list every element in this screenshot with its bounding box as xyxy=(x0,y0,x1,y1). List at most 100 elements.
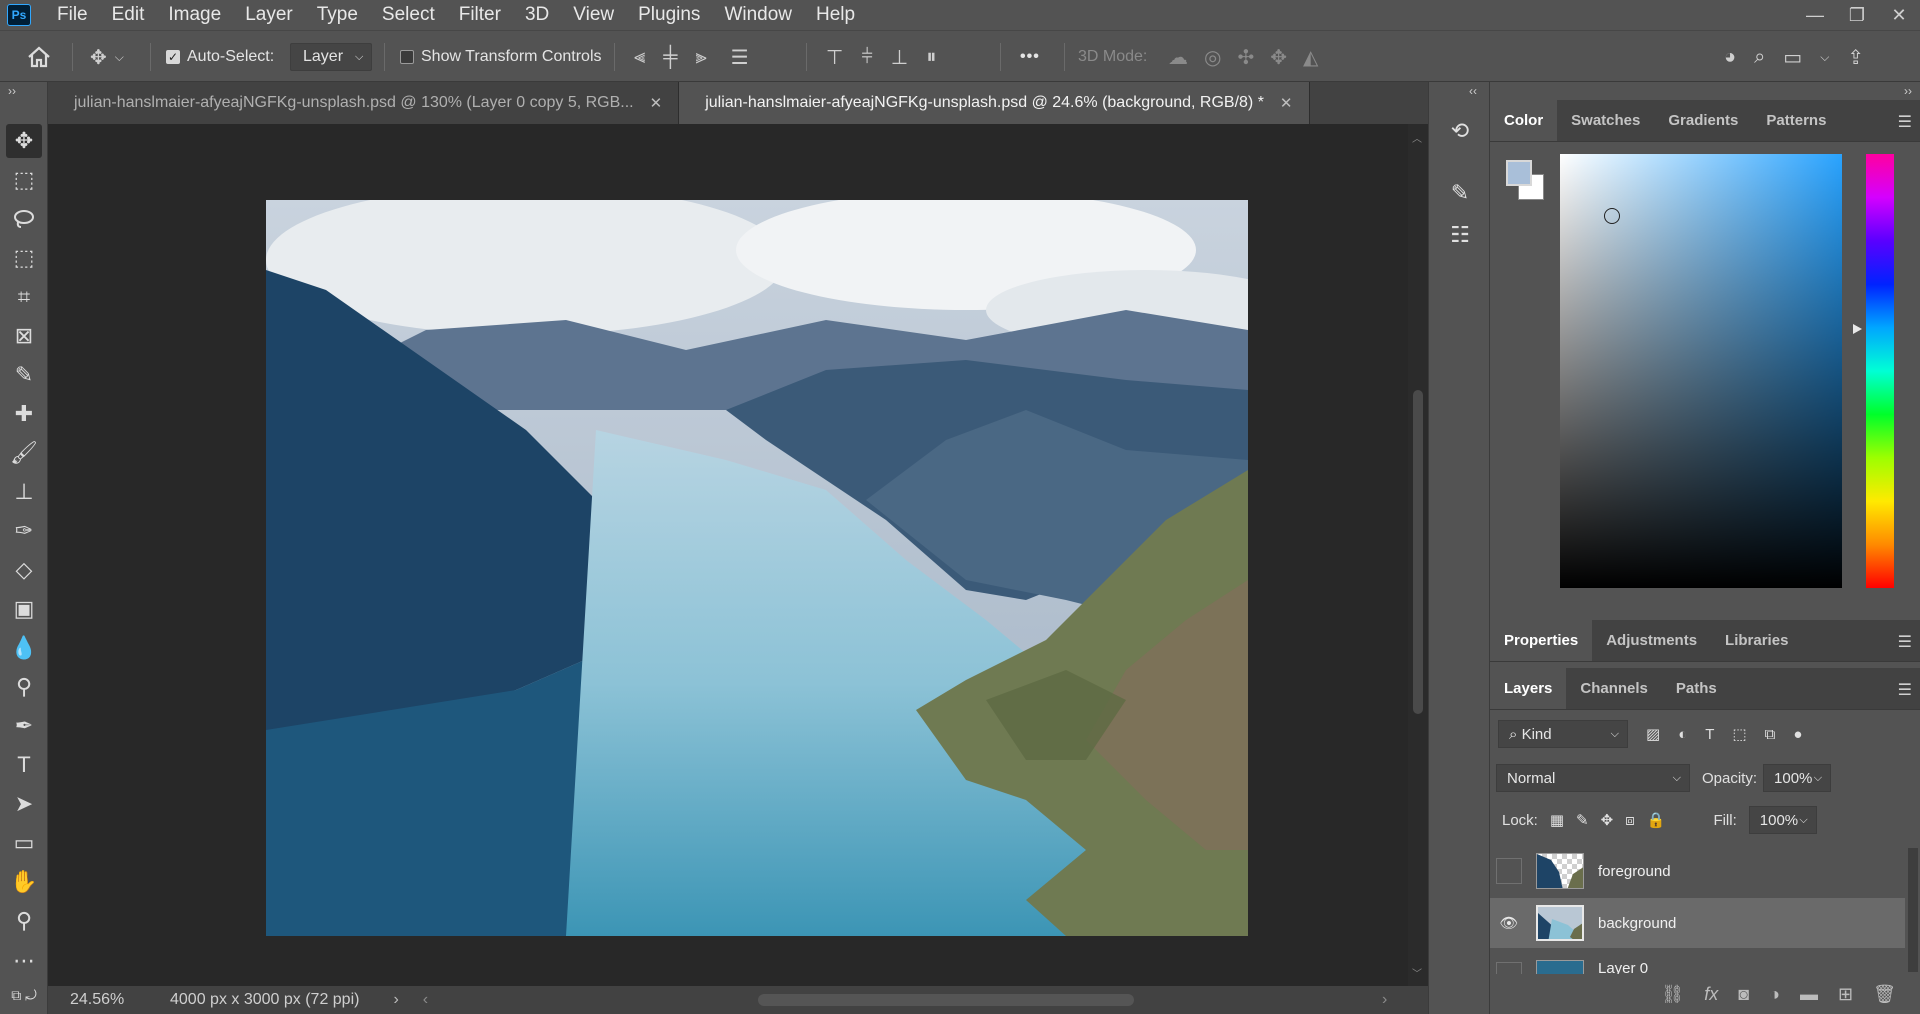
brush-settings-icon[interactable]: ✎ xyxy=(1443,176,1477,210)
menu-view[interactable]: View xyxy=(561,0,626,30)
document-image[interactable] xyxy=(266,200,1248,936)
filter-shape-icon[interactable]: ⬚ xyxy=(1732,725,1746,743)
align-right-icon[interactable]: ⫸ xyxy=(695,46,706,69)
color-field[interactable] xyxy=(1560,154,1842,588)
document-info[interactable]: 4000 px x 3000 px (72 ppi) xyxy=(170,991,359,1009)
lock-transparent-icon[interactable]: ▦ xyxy=(1550,811,1564,829)
document-tab-active[interactable]: julian-hanslmaier-afyeajNGFKg-unsplash.p… xyxy=(679,82,1310,124)
layer-row-background[interactable]: 👁 background xyxy=(1490,898,1905,948)
move-tool-preset-icon[interactable]: ✥ ⌵ xyxy=(90,31,124,83)
status-menu-arrow-icon[interactable]: › xyxy=(393,991,398,1009)
folder-icon[interactable]: ▬ xyxy=(1800,984,1818,1005)
roll-3d-icon[interactable]: ◎ xyxy=(1204,45,1221,70)
blend-mode-dropdown[interactable]: Normal ⌵ xyxy=(1496,764,1690,792)
show-transform-controls-checkbox[interactable]: Show Transform Controls xyxy=(400,31,602,83)
new-layer-icon[interactable]: ⊞ xyxy=(1838,984,1853,1005)
workspace-icon[interactable]: ▭ xyxy=(1783,45,1802,70)
menu-type[interactable]: Type xyxy=(305,0,370,30)
path-selection-tool-icon[interactable]: ➤ xyxy=(6,787,42,821)
chevron-down-icon[interactable]: ⌵ xyxy=(1820,50,1829,65)
panel-menu-icon[interactable]: ☰ xyxy=(1898,632,1912,652)
menu-layer[interactable]: Layer xyxy=(233,0,305,30)
layer-row-foreground[interactable]: foreground xyxy=(1490,846,1905,896)
eyedropper-tool-icon[interactable]: ✎ xyxy=(6,358,42,392)
history-brush-tool-icon[interactable]: ✑ xyxy=(6,514,42,548)
dodge-tool-icon[interactable]: ⚲ xyxy=(6,670,42,704)
distribute-icon[interactable]: ☰ xyxy=(731,45,749,70)
adjustment-icon[interactable]: ◑ xyxy=(1769,984,1780,1005)
filter-adjustment-icon[interactable]: ◐ xyxy=(1678,726,1687,743)
menu-filter[interactable]: Filter xyxy=(447,0,513,30)
menu-file[interactable]: File xyxy=(45,0,100,30)
scroll-right-icon[interactable]: › xyxy=(1382,991,1387,1009)
menu-3d[interactable]: 3D xyxy=(513,0,561,30)
tab-gradients[interactable]: Gradients xyxy=(1654,100,1752,141)
layer-name[interactable]: Layer 0 xyxy=(1598,960,1648,974)
tab-adjustments[interactable]: Adjustments xyxy=(1592,620,1711,661)
menu-select[interactable]: Select xyxy=(370,0,447,30)
lock-artboard-icon[interactable]: ⧈ xyxy=(1625,812,1635,829)
menu-plugins[interactable]: Plugins xyxy=(626,0,712,30)
align-left-icon[interactable]: ⫷ xyxy=(634,46,645,69)
layer-row-layer-0[interactable]: Layer 0 xyxy=(1490,950,1905,974)
menu-help[interactable]: Help xyxy=(804,0,867,30)
layer-name[interactable]: background xyxy=(1598,915,1676,932)
menu-window[interactable]: Window xyxy=(712,0,804,30)
collapse-panels-icon[interactable]: ›› xyxy=(1904,84,1912,98)
layer-thumbnail[interactable] xyxy=(1536,905,1584,941)
auto-select-checkbox[interactable]: ✓ Auto-Select: xyxy=(166,31,274,83)
tab-channels[interactable]: Channels xyxy=(1566,668,1662,709)
frame-tool-icon[interactable]: ⊠ xyxy=(6,319,42,353)
tab-properties[interactable]: Properties xyxy=(1490,620,1593,661)
horizontal-scroll-thumb[interactable] xyxy=(758,994,1134,1006)
mask-icon[interactable]: ◙ xyxy=(1738,984,1749,1005)
align-top-icon[interactable]: ⊤ xyxy=(826,45,843,70)
filter-kind-dropdown[interactable]: ⌕ Kind ⌵ xyxy=(1498,720,1628,748)
visibility-toggle-off[interactable] xyxy=(1496,962,1522,974)
layer-thumbnail[interactable] xyxy=(1536,960,1584,974)
default-colors-icon[interactable]: ⧉ ⤾ xyxy=(6,978,42,1012)
align-middle-icon[interactable]: ⫩ xyxy=(861,46,872,69)
tab-swatches[interactable]: Swatches xyxy=(1557,100,1654,141)
drag-3d-icon[interactable]: ✣ xyxy=(1237,45,1254,70)
menu-edit[interactable]: Edit xyxy=(100,0,157,30)
lock-pixels-icon[interactable]: ✎ xyxy=(1576,811,1589,829)
layer-thumbnail[interactable] xyxy=(1536,853,1584,889)
trash-icon[interactable]: 🗑 xyxy=(1873,984,1896,1005)
foreground-color-swatch[interactable] xyxy=(1506,160,1532,186)
clone-stamp-tool-icon[interactable]: ⊥ xyxy=(6,475,42,509)
document-tab[interactable]: julian-hanslmaier-afyeajNGFKg-unsplash.p… xyxy=(48,82,680,124)
color-picker-cursor[interactable] xyxy=(1604,208,1620,224)
scroll-down-icon[interactable]: ﹀ xyxy=(1412,965,1422,980)
lock-position-icon[interactable]: ✥ xyxy=(1601,811,1614,829)
filter-smart-object-icon[interactable]: ⧉ xyxy=(1765,726,1776,743)
tab-layers[interactable]: Layers xyxy=(1490,668,1567,709)
fill-input[interactable]: 100% ⌵ xyxy=(1748,806,1817,834)
scale-3d-icon[interactable]: ◭ xyxy=(1303,45,1318,70)
tab-patterns[interactable]: Patterns xyxy=(1752,100,1840,141)
hue-slider[interactable] xyxy=(1866,154,1894,588)
panel-menu-icon[interactable]: ☰ xyxy=(1898,680,1912,700)
search-icon[interactable]: ⌕ xyxy=(1754,46,1765,69)
share-icon[interactable]: ⇪ xyxy=(1847,45,1864,70)
adjustment-sliders-icon[interactable]: ☷ xyxy=(1443,218,1477,252)
canvas-area[interactable] xyxy=(48,124,1408,986)
close-button[interactable]: ✕ xyxy=(1878,0,1920,30)
healing-brush-tool-icon[interactable]: ✚ xyxy=(6,397,42,431)
minimize-button[interactable]: — xyxy=(1794,0,1836,30)
restore-button[interactable]: ❐ xyxy=(1836,0,1878,30)
panel-menu-icon[interactable]: ☰ xyxy=(1898,112,1912,132)
menu-image[interactable]: Image xyxy=(156,0,233,30)
zoom-tool-icon[interactable]: ⚲ xyxy=(6,904,42,938)
tab-libraries[interactable]: Libraries xyxy=(1711,620,1802,661)
home-icon[interactable] xyxy=(26,31,52,83)
filter-type-icon[interactable]: T xyxy=(1705,726,1714,743)
align-center-icon[interactable]: ╪ xyxy=(663,46,677,69)
type-tool-icon[interactable]: T xyxy=(6,748,42,782)
layer-name[interactable]: foreground xyxy=(1598,863,1671,880)
history-panel-icon[interactable]: ⟲ xyxy=(1443,114,1477,148)
orbit-3d-icon[interactable]: ☁ xyxy=(1168,45,1188,70)
zoom-level[interactable]: 24.56% xyxy=(48,991,134,1009)
auto-select-target-dropdown[interactable]: Layer ⌵ xyxy=(290,43,373,71)
opacity-input[interactable]: 100% ⌵ xyxy=(1763,764,1832,792)
